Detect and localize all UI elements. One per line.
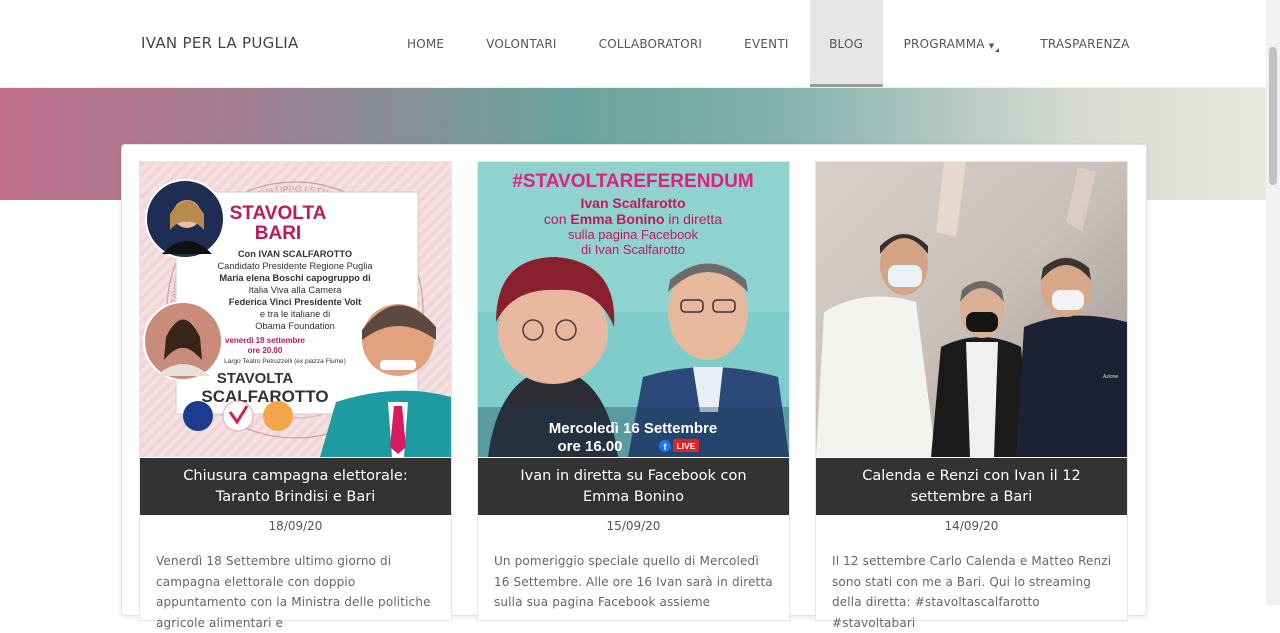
main-nav: HOME VOLONTARI COLLABORATORI EVENTI BLOG…	[386, 0, 1151, 87]
poster-day: Mercoledì 16 Settembre	[549, 420, 717, 437]
post-excerpt-link[interactable]: Venerdì 18 Settembre ultimo giorno di ca…	[156, 554, 431, 630]
poster-footer-bottom: SCALFAROTTO	[201, 387, 328, 406]
chevron-down-icon: ▼	[988, 41, 995, 50]
poster-hashtag: #STAVOLTAREFERENDUM	[512, 171, 753, 192]
live-badge-text: LIVE	[677, 441, 696, 451]
poster-line: Con IVAN SCALFAROTTO	[238, 249, 352, 259]
nav-item-blog[interactable]: BLOG	[809, 0, 883, 87]
nav-item-programma-label: PROGRAMMA	[903, 36, 985, 51]
nav-item-programma[interactable]: PROGRAMMA ▼	[883, 0, 1020, 87]
poster-line: Federica Vinci Presidente Volt	[229, 297, 361, 307]
poster-headline-2: BARI	[255, 223, 301, 244]
scrollbar-thumb[interactable]	[1269, 47, 1277, 185]
post-excerpt: Un pomeriggio speciale quello di Mercole…	[494, 551, 776, 613]
poster-line: Candidato Presidente Regione Puglia	[217, 261, 373, 271]
nav-item-volontari[interactable]: VOLONTARI	[465, 0, 577, 87]
post-date: 18/09/20	[268, 519, 323, 533]
party-logo-scalfarotto-icon	[183, 401, 213, 431]
post-title-link[interactable]: Chiusura campagna elettorale: Taranto Br…	[140, 458, 451, 515]
post-image-link[interactable]: STAVOLTA | GIOVANI | STAVOLTA | SVILUPPO…	[140, 162, 451, 457]
poster-line: Italia Viva alla Camera	[249, 285, 343, 295]
poster-footer-top: STAVOLTA	[217, 370, 294, 387]
post-image-link[interactable]: #STAVOLTAREFERENDUM Ivan Scalfarotto con…	[478, 162, 789, 457]
party-logo-volt-icon	[263, 401, 293, 431]
post-excerpt-link[interactable]: Il 12 settembre Carlo Calenda e Matteo R…	[832, 554, 1111, 630]
poster-headline-1: STAVOLTA	[230, 203, 327, 224]
post-title-link[interactable]: Ivan in diretta su Facebook con Emma Bon…	[478, 458, 789, 515]
post-card: STAVOLTA | GIOVANI | STAVOLTA | SVILUPPO…	[139, 161, 452, 630]
site-header: IVAN PER LA PUGLIA HOME VOLONTARI COLLAB…	[0, 0, 1266, 88]
post-image-calenda-renzi: Azione	[816, 162, 1127, 457]
nav-item-collaboratori[interactable]: COLLABORATORI	[578, 0, 724, 87]
nav-item-eventi[interactable]: EVENTI	[723, 0, 809, 87]
post-card: Azione Calenda e Renzi con Ivan il 12 se…	[815, 161, 1128, 630]
page-scrollbar[interactable]	[1266, 0, 1280, 605]
poster-line: e tra le italiane di	[260, 309, 330, 319]
poster-line-1: Ivan Scalfarotto	[580, 195, 685, 211]
poster-line-2: con Emma Bonino in diretta	[544, 211, 722, 227]
nav-item-home[interactable]: HOME	[386, 0, 465, 87]
post-excerpt: Il 12 settembre Carlo Calenda e Matteo R…	[832, 551, 1114, 633]
shirt-text: Azione	[1103, 374, 1119, 380]
post-image-link[interactable]: Azione	[816, 162, 1127, 457]
poster-line: Obama Foundation	[255, 321, 335, 331]
site-brand-link[interactable]: IVAN PER LA PUGLIA	[141, 34, 299, 52]
post-date: 14/09/20	[944, 519, 999, 533]
dropdown-corner-icon	[995, 47, 1000, 52]
post-excerpt: Venerdì 18 Settembre ultimo giorno di ca…	[156, 551, 438, 633]
poster-time: ore 16.00	[557, 438, 622, 455]
nav-item-trasparenza[interactable]: TRASPARENZA	[1019, 0, 1150, 87]
post-date: 15/09/20	[606, 519, 661, 533]
post-excerpt-link[interactable]: Un pomeriggio speciale quello di Mercole…	[494, 554, 773, 609]
poster-when: venerdì 18 settembre	[225, 336, 306, 345]
party-logo-italiaviva-icon	[222, 400, 254, 432]
post-image-referendum: #STAVOLTAREFERENDUM Ivan Scalfarotto con…	[478, 162, 789, 457]
post-title-link[interactable]: Calenda e Renzi con Ivan il 12 settembre…	[816, 458, 1127, 515]
poster-line: Maria elena Boschi capogruppo di	[219, 273, 370, 283]
post-card: #STAVOLTAREFERENDUM Ivan Scalfarotto con…	[477, 161, 790, 621]
poster-time: ore 20.00	[248, 346, 283, 355]
poster-place: Largo Teatro Petruzzelli (ex piazza Fium…	[224, 358, 346, 365]
poster-line-4: di Ivan Scalfarotto	[581, 242, 685, 257]
post-image-stavolta-bari: STAVOLTA | GIOVANI | STAVOLTA | SVILUPPO…	[140, 162, 451, 457]
blog-posts-panel: STAVOLTA | GIOVANI | STAVOLTA | SVILUPPO…	[121, 144, 1147, 630]
poster-line-3: sulla pagina Facebook	[568, 227, 699, 242]
